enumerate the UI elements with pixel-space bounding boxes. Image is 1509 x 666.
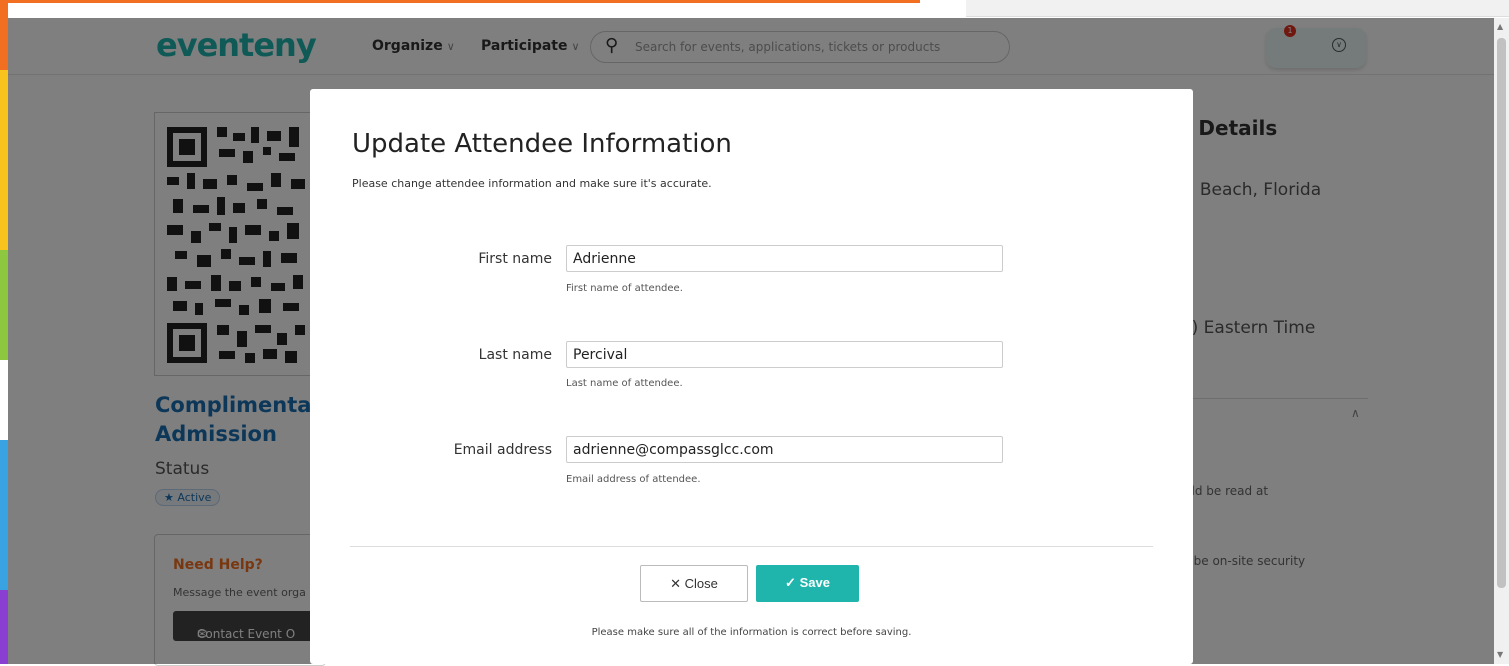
last-name-label: Last name (478, 347, 552, 363)
browser-top-strip (0, 0, 1509, 18)
save-button-label: Save (799, 575, 830, 590)
last-name-input[interactable] (566, 341, 1003, 368)
first-name-hint: First name of attendee. (566, 283, 683, 294)
email-hint: Email address of attendee. (566, 474, 701, 485)
scroll-down-icon[interactable]: ▼ (1497, 650, 1503, 659)
browser-tab[interactable] (966, 0, 1509, 17)
save-button[interactable]: ✓ Save (756, 565, 859, 602)
close-icon: ✕ (670, 576, 682, 591)
modal-title: Update Attendee Information (352, 129, 732, 159)
scrollbar-thumb[interactable] (1497, 38, 1506, 588)
side-color-strip (0, 0, 8, 664)
progress-strip (0, 0, 920, 3)
modal-subtitle: Please change attendee information and m… (352, 177, 712, 190)
checkmark-icon: ✓ (785, 575, 796, 590)
modal-footer-note: Please make sure all of the information … (591, 627, 912, 638)
page-scrollbar[interactable]: ▲ ▼ (1494, 18, 1509, 664)
close-button-label: Close (684, 576, 718, 591)
scroll-up-icon[interactable]: ▲ (1497, 22, 1503, 31)
first-name-input[interactable] (566, 245, 1003, 272)
last-name-hint: Last name of attendee. (566, 378, 683, 389)
close-button[interactable]: ✕ Close (640, 565, 748, 602)
email-label: Email address (453, 442, 552, 458)
first-name-label: First name (478, 251, 552, 267)
email-input[interactable] (566, 436, 1003, 463)
update-attendee-modal: Update Attendee Information Please chang… (310, 89, 1193, 664)
modal-divider (350, 546, 1153, 547)
